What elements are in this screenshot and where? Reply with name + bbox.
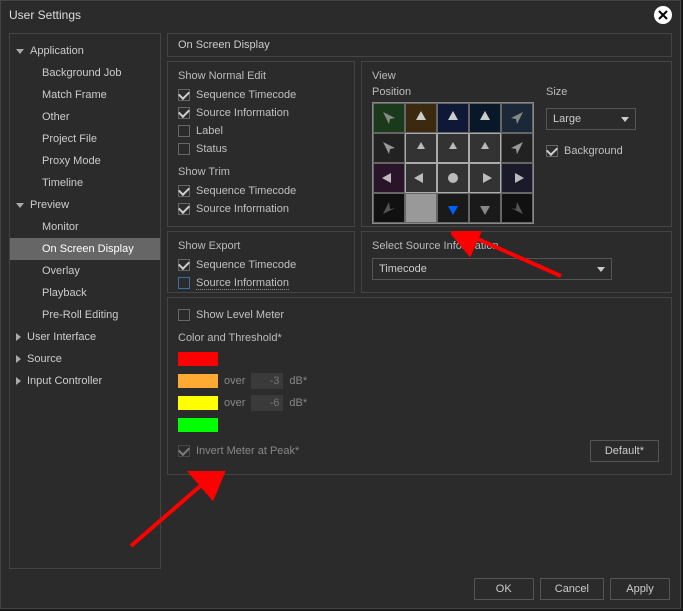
sidebar-background-job[interactable]: Background Job <box>10 62 160 84</box>
trim-title: Show Trim <box>178 166 344 178</box>
ssi-panel: Select Source Information Timecode <box>361 231 672 293</box>
check-invert-meter[interactable]: Invert Meter at Peak* <box>178 442 661 460</box>
view-title: View <box>372 70 661 82</box>
section-title: On Screen Display <box>167 33 672 57</box>
sidebar-user-interface[interactable]: User Interface <box>10 326 160 348</box>
sidebar-timeline[interactable]: Timeline <box>10 172 160 194</box>
close-button[interactable] <box>654 6 672 24</box>
level-panel: Show Level Meter Color and Threshold* ov… <box>167 297 672 475</box>
size-select[interactable]: Large <box>546 108 636 130</box>
check-source-information[interactable]: Source Information <box>178 104 344 122</box>
swatch-red[interactable] <box>178 352 218 366</box>
sidebar-overlay[interactable]: Overlay <box>10 260 160 282</box>
sidebar-match-frame[interactable]: Match Frame <box>10 84 160 106</box>
swatch-yellow[interactable] <box>178 396 218 410</box>
swatch-orange[interactable] <box>178 374 218 388</box>
apply-button[interactable]: Apply <box>610 578 670 600</box>
check-trim-src[interactable]: Source Information <box>178 200 344 218</box>
size-label: Size <box>546 86 636 98</box>
ssi-title: Select Source Information <box>372 240 661 252</box>
color-threshold-label: Color and Threshold* <box>178 332 661 344</box>
sidebar-monitor[interactable]: Monitor <box>10 216 160 238</box>
view-panel: View Position <box>361 61 672 227</box>
normal-edit-panel: Show Normal Edit Sequence Timecode Sourc… <box>167 61 355 227</box>
check-status[interactable]: Status <box>178 140 344 158</box>
position-label: Position <box>372 86 534 98</box>
export-panel: Show Export Sequence Timecode Source Inf… <box>167 231 355 293</box>
cancel-button[interactable]: Cancel <box>540 578 604 600</box>
sidebar-other[interactable]: Other <box>10 106 160 128</box>
default-button[interactable]: Default* <box>590 440 659 462</box>
sidebar: Application Background Job Match Frame O… <box>9 33 161 569</box>
sidebar-project-file[interactable]: Project File <box>10 128 160 150</box>
check-export-seq[interactable]: Sequence Timecode <box>178 256 344 274</box>
sidebar-preview[interactable]: Preview <box>10 194 160 216</box>
ssi-select[interactable]: Timecode <box>372 258 612 280</box>
sidebar-playback[interactable]: Playback <box>10 282 160 304</box>
sidebar-input-controller[interactable]: Input Controller <box>10 370 160 392</box>
position-grid[interactable] <box>372 102 534 224</box>
check-sequence-timecode[interactable]: Sequence Timecode <box>178 86 344 104</box>
export-title: Show Export <box>178 240 344 252</box>
dialog-title: User Settings <box>9 8 81 22</box>
check-background[interactable]: Background <box>546 142 636 160</box>
sidebar-on-screen-display[interactable]: On Screen Display <box>10 238 160 260</box>
sidebar-application[interactable]: Application <box>10 40 160 62</box>
ok-button[interactable]: OK <box>474 578 534 600</box>
sidebar-preroll[interactable]: Pre-Roll Editing <box>10 304 160 326</box>
check-trim-seq[interactable]: Sequence Timecode <box>178 182 344 200</box>
threshold-2[interactable] <box>251 395 283 411</box>
normal-edit-title: Show Normal Edit <box>178 70 344 82</box>
sidebar-source[interactable]: Source <box>10 348 160 370</box>
threshold-1[interactable] <box>251 373 283 389</box>
check-export-src[interactable]: Source Information <box>178 274 344 292</box>
swatch-green[interactable] <box>178 418 218 432</box>
sidebar-proxy-mode[interactable]: Proxy Mode <box>10 150 160 172</box>
check-show-level-meter[interactable]: Show Level Meter <box>178 306 661 324</box>
check-label[interactable]: Label <box>178 122 344 140</box>
